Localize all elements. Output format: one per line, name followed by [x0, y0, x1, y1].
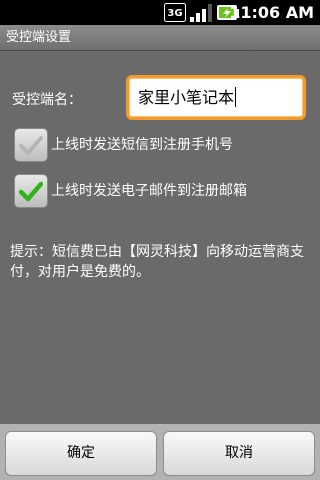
cancel-button[interactable]: 取消: [163, 431, 315, 476]
3g-icon: 3G: [164, 3, 186, 22]
check-icon: [19, 181, 43, 202]
email-option-label: 上线时发送电子邮件到注册邮箱: [51, 183, 247, 199]
network-type-label: 3G: [167, 8, 182, 19]
sms-option-row[interactable]: 上线时发送短信到注册手机号: [14, 128, 314, 162]
window-title: 受控端设置: [6, 30, 72, 45]
sms-option-label: 上线时发送短信到注册手机号: [51, 137, 233, 153]
name-label: 受控端名：: [12, 92, 82, 108]
status-bar: 3G 11:06 AM: [0, 0, 320, 25]
email-option-row[interactable]: 上线时发送电子邮件到注册邮箱: [14, 174, 314, 208]
tip-text: 提示：短信费已由【网灵科技】向移动运营商支付，对用户是免费的。: [10, 244, 304, 280]
email-checkbox[interactable]: [14, 174, 48, 208]
screen: 3G 11:06 AM 受控端设置 受控端名： 家里小笔记本 上线时发送短信到注…: [0, 0, 320, 480]
sms-checkbox[interactable]: [14, 128, 48, 162]
name-input[interactable]: 家里小笔记本: [126, 75, 306, 120]
check-icon: [19, 136, 43, 155]
ok-button[interactable]: 确定: [5, 431, 157, 476]
status-time: 11:06 AM: [229, 3, 314, 22]
button-bar: 确定 取消: [0, 424, 320, 480]
signal-strength-icon: [190, 4, 212, 22]
title-bar: 受控端设置: [0, 25, 320, 51]
name-input-value: 家里小笔记本: [138, 78, 236, 117]
